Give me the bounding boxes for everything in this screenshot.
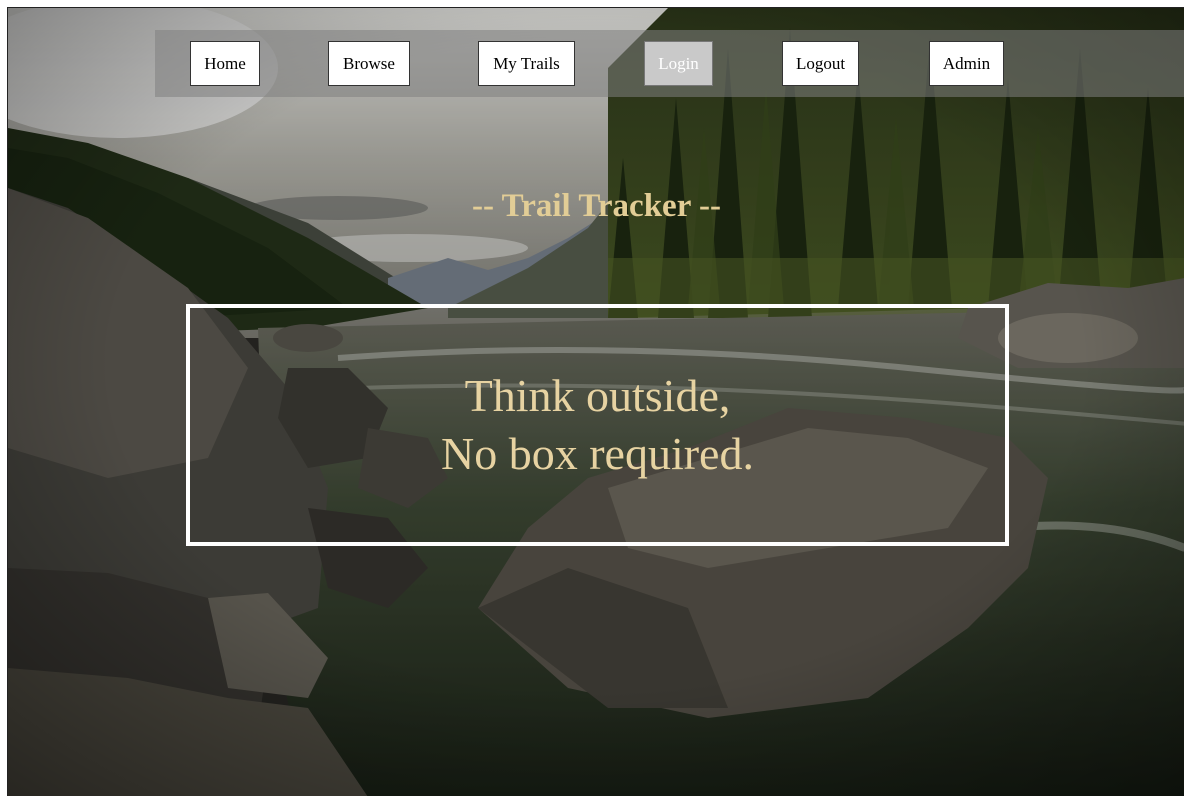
nav-logout-button[interactable]: Logout	[782, 41, 859, 86]
site-title: -- Trail Tracker --	[472, 188, 721, 224]
page-viewport: Home Browse My Trails Login Logout Admin…	[7, 7, 1184, 796]
tagline-line-1: Think outside,	[464, 370, 731, 421]
top-navigation-bar: Home Browse My Trails Login Logout Admin	[155, 30, 1184, 97]
nav-admin-button[interactable]: Admin	[929, 41, 1004, 86]
hero-tagline-box: Think outside, No box required.	[186, 304, 1009, 546]
nav-home-button[interactable]: Home	[190, 41, 260, 86]
tagline-line-2: No box required.	[441, 428, 754, 479]
nav-browse-button[interactable]: Browse	[328, 41, 410, 86]
nav-my-trails-button[interactable]: My Trails	[478, 41, 575, 86]
nav-login-button[interactable]: Login	[644, 41, 713, 86]
